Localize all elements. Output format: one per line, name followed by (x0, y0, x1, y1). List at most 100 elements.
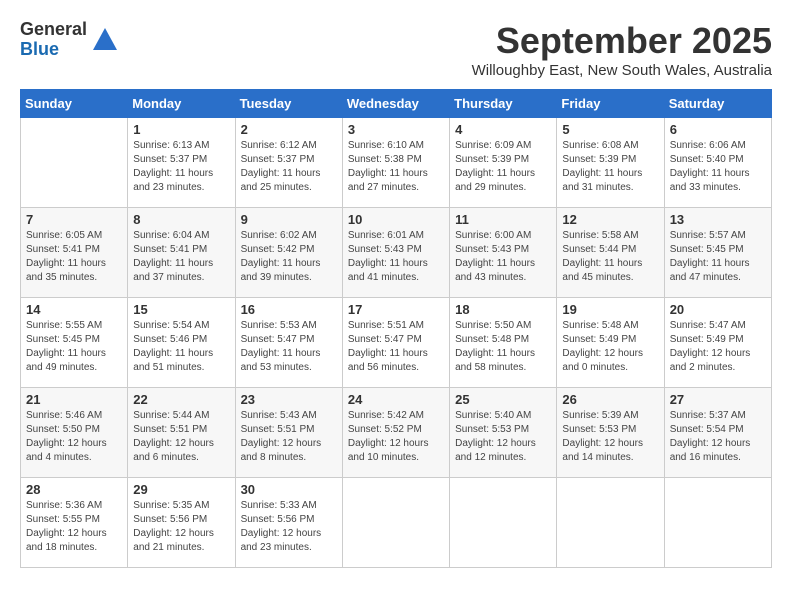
title-block: September 2025 Willoughby East, New Sout… (472, 20, 772, 79)
weekday-header-sunday: Sunday (21, 90, 128, 118)
calendar-cell (450, 478, 557, 568)
day-number: 29 (133, 482, 229, 497)
day-info: Sunrise: 6:10 AM Sunset: 5:38 PM Dayligh… (348, 139, 444, 195)
day-info: Sunrise: 6:02 AM Sunset: 5:42 PM Dayligh… (241, 229, 337, 285)
day-number: 9 (241, 212, 337, 227)
calendar-cell: 9 Sunrise: 6:02 AM Sunset: 5:42 PM Daylig… (235, 208, 342, 298)
day-number: 7 (26, 212, 122, 227)
weekday-header-thursday: Thursday (450, 90, 557, 118)
day-number: 11 (455, 212, 551, 227)
calendar-cell: 25Sunrise: 5:40 AM Sunset: 5:53 PM Dayli… (450, 388, 557, 478)
logo-text: General Blue (20, 20, 87, 60)
calendar-cell (21, 118, 128, 208)
day-number: 20 (670, 302, 766, 317)
calendar-cell: 21 Sunrise: 5:46 AM Sunset: 5:50 PM Dayli… (21, 388, 128, 478)
calendar-cell: 26Sunrise: 5:39 AM Sunset: 5:53 PM Dayli… (557, 388, 664, 478)
calendar-cell: 22 Sunrise: 5:44 AM Sunset: 5:51 PM Dayli… (128, 388, 235, 478)
weekday-header-saturday: Saturday (664, 90, 771, 118)
calendar-cell: 2 Sunrise: 6:12 AM Sunset: 5:37 PM Daylig… (235, 118, 342, 208)
day-info: Sunrise: 6:09 AM Sunset: 5:39 PM Dayligh… (455, 139, 551, 195)
day-number: 23 (241, 392, 337, 407)
day-info: Sunrise: 5:57 AM Sunset: 5:45 PM Dayligh… (670, 229, 766, 285)
weekday-header-tuesday: Tuesday (235, 90, 342, 118)
day-info: Sunrise: 6:13 AM Sunset: 5:37 PM Dayligh… (133, 139, 229, 195)
calendar-cell: 29 Sunrise: 5:35 AM Sunset: 5:56 PM Dayli… (128, 478, 235, 568)
logo-icon (91, 26, 119, 54)
day-info: Sunrise: 5:37 AM Sunset: 5:54 PM Dayligh… (670, 409, 766, 465)
day-info: Sunrise: 5:54 AM Sunset: 5:46 PM Dayligh… (133, 319, 229, 375)
weekday-header-friday: Friday (557, 90, 664, 118)
calendar-cell: 28 Sunrise: 5:36 AM Sunset: 5:55 PM Dayli… (21, 478, 128, 568)
day-number: 12 (562, 212, 658, 227)
calendar-cell (557, 478, 664, 568)
calendar-table: SundayMondayTuesdayWednesdayThursdayFrid… (20, 89, 772, 568)
day-info: Sunrise: 6:05 AM Sunset: 5:41 PM Dayligh… (26, 229, 122, 285)
day-number: 5 (562, 122, 658, 137)
day-number: 2 (241, 122, 337, 137)
day-number: 30 (241, 482, 337, 497)
logo-general: General (20, 20, 87, 40)
logo: General Blue (20, 20, 119, 60)
month-title: September 2025 (472, 20, 772, 62)
calendar-cell: 4 Sunrise: 6:09 AM Sunset: 5:39 PM Daylig… (450, 118, 557, 208)
day-number: 10 (348, 212, 444, 227)
day-info: Sunrise: 5:51 AM Sunset: 5:47 PM Dayligh… (348, 319, 444, 375)
calendar-cell (342, 478, 449, 568)
day-info: Sunrise: 5:53 AM Sunset: 5:47 PM Dayligh… (241, 319, 337, 375)
calendar-cell: 27Sunrise: 5:37 AM Sunset: 5:54 PM Dayli… (664, 388, 771, 478)
day-info: Sunrise: 5:43 AM Sunset: 5:51 PM Dayligh… (241, 409, 337, 465)
calendar-cell: 1 Sunrise: 6:13 AM Sunset: 5:37 PM Daylig… (128, 118, 235, 208)
day-number: 14 (26, 302, 122, 317)
day-number: 16 (241, 302, 337, 317)
day-info: Sunrise: 6:12 AM Sunset: 5:37 PM Dayligh… (241, 139, 337, 195)
calendar-cell: 16 Sunrise: 5:53 AM Sunset: 5:47 PM Dayli… (235, 298, 342, 388)
day-info: Sunrise: 5:36 AM Sunset: 5:55 PM Dayligh… (26, 499, 122, 555)
calendar-cell: 7 Sunrise: 6:05 AM Sunset: 5:41 PM Daylig… (21, 208, 128, 298)
day-number: 22 (133, 392, 229, 407)
day-number: 4 (455, 122, 551, 137)
calendar-cell: 10 Sunrise: 6:01 AM Sunset: 5:43 PM Dayli… (342, 208, 449, 298)
day-number: 13 (670, 212, 766, 227)
day-number: 17 (348, 302, 444, 317)
calendar-cell: 6 Sunrise: 6:06 AM Sunset: 5:40 PM Daylig… (664, 118, 771, 208)
calendar-cell: 19 Sunrise: 5:48 AM Sunset: 5:49 PM Dayli… (557, 298, 664, 388)
calendar-week-4: 21 Sunrise: 5:46 AM Sunset: 5:50 PM Dayli… (21, 388, 772, 478)
day-info: Sunrise: 5:48 AM Sunset: 5:49 PM Dayligh… (562, 319, 658, 375)
calendar-cell: 30Sunrise: 5:33 AM Sunset: 5:56 PM Dayli… (235, 478, 342, 568)
day-number: 19 (562, 302, 658, 317)
calendar-week-5: 28 Sunrise: 5:36 AM Sunset: 5:55 PM Dayli… (21, 478, 772, 568)
day-info: Sunrise: 5:50 AM Sunset: 5:48 PM Dayligh… (455, 319, 551, 375)
day-info: Sunrise: 5:40 AM Sunset: 5:53 PM Dayligh… (455, 409, 551, 465)
day-number: 1 (133, 122, 229, 137)
day-info: Sunrise: 6:08 AM Sunset: 5:39 PM Dayligh… (562, 139, 658, 195)
calendar-cell: 11 Sunrise: 6:00 AM Sunset: 5:43 PM Dayli… (450, 208, 557, 298)
day-number: 24 (348, 392, 444, 407)
day-info: Sunrise: 5:39 AM Sunset: 5:53 PM Dayligh… (562, 409, 658, 465)
day-info: Sunrise: 5:46 AM Sunset: 5:50 PM Dayligh… (26, 409, 122, 465)
day-info: Sunrise: 6:01 AM Sunset: 5:43 PM Dayligh… (348, 229, 444, 285)
day-info: Sunrise: 5:44 AM Sunset: 5:51 PM Dayligh… (133, 409, 229, 465)
day-info: Sunrise: 6:00 AM Sunset: 5:43 PM Dayligh… (455, 229, 551, 285)
location: Willoughby East, New South Wales, Austra… (472, 62, 772, 79)
calendar-cell: 5 Sunrise: 6:08 AM Sunset: 5:39 PM Daylig… (557, 118, 664, 208)
weekday-header-monday: Monday (128, 90, 235, 118)
calendar-cell: 12 Sunrise: 5:58 AM Sunset: 5:44 PM Dayli… (557, 208, 664, 298)
calendar-cell: 14Sunrise: 5:55 AM Sunset: 5:45 PM Dayli… (21, 298, 128, 388)
day-number: 21 (26, 392, 122, 407)
weekday-header-row: SundayMondayTuesdayWednesdayThursdayFrid… (21, 90, 772, 118)
calendar-cell: 24Sunrise: 5:42 AM Sunset: 5:52 PM Dayli… (342, 388, 449, 478)
calendar-cell: 20 Sunrise: 5:47 AM Sunset: 5:49 PM Dayli… (664, 298, 771, 388)
day-info: Sunrise: 5:58 AM Sunset: 5:44 PM Dayligh… (562, 229, 658, 285)
day-number: 8 (133, 212, 229, 227)
calendar-cell: 3Sunrise: 6:10 AM Sunset: 5:38 PM Daylig… (342, 118, 449, 208)
day-info: Sunrise: 6:06 AM Sunset: 5:40 PM Dayligh… (670, 139, 766, 195)
day-number: 6 (670, 122, 766, 137)
day-info: Sunrise: 5:35 AM Sunset: 5:56 PM Dayligh… (133, 499, 229, 555)
day-number: 28 (26, 482, 122, 497)
calendar-cell (664, 478, 771, 568)
logo-blue: Blue (20, 40, 87, 60)
day-info: Sunrise: 5:47 AM Sunset: 5:49 PM Dayligh… (670, 319, 766, 375)
calendar-week-1: 1 Sunrise: 6:13 AM Sunset: 5:37 PM Daylig… (21, 118, 772, 208)
day-number: 18 (455, 302, 551, 317)
calendar-cell: 15Sunrise: 5:54 AM Sunset: 5:46 PM Dayli… (128, 298, 235, 388)
